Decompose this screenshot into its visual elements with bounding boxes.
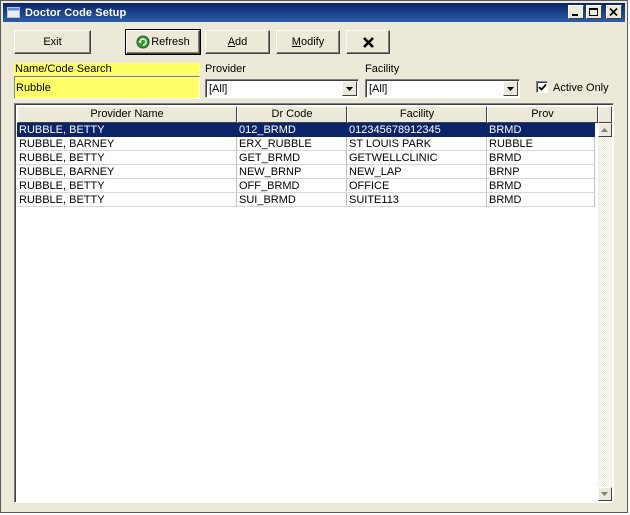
cell-facility: ST LOUIS PARK <box>347 137 487 151</box>
search-input[interactable] <box>14 76 200 99</box>
provider-select[interactable]: [All] <box>205 79 359 98</box>
delete-button[interactable] <box>346 30 390 54</box>
cell-facility: OFFICE <box>347 179 487 193</box>
window-controls <box>568 5 622 19</box>
modify-button[interactable]: Modify <box>276 30 340 54</box>
cell-dr-code: GET_BRMD <box>237 151 347 165</box>
refresh-button-label: Refresh <box>151 36 190 48</box>
cell-prov: RUBBLE <box>487 137 595 151</box>
cell-prov: BRMD <box>487 193 595 207</box>
cell-provider-name: RUBBLE, BARNEY <box>17 137 237 151</box>
table-row[interactable]: RUBBLE, BETTY OFF_BRMD OFFICE BRMD <box>17 179 595 193</box>
cell-dr-code: OFF_BRMD <box>237 179 347 193</box>
active-only-checkbox[interactable] <box>536 81 548 93</box>
provider-selected-value: [All] <box>209 83 228 95</box>
table-row[interactable]: RUBBLE, BETTY SUI_BRMD SUITE113 BRMD <box>17 193 595 207</box>
table-row[interactable]: RUBBLE, BETTY 012_BRMD 012345678912345 B… <box>17 123 595 137</box>
exit-button[interactable]: Exit <box>14 30 91 54</box>
cell-prov: BRMD <box>487 179 595 193</box>
facility-dropdown-button[interactable] <box>503 81 518 96</box>
maximize-button[interactable] <box>586 5 602 19</box>
cell-provider-name: RUBBLE, BETTY <box>17 151 237 165</box>
vertical-scrollbar[interactable] <box>598 123 612 501</box>
exit-button-label: Exit <box>43 36 62 48</box>
add-button[interactable]: Add <box>205 30 270 54</box>
app-icon <box>7 7 20 18</box>
cell-provider-name: RUBBLE, BETTY <box>17 193 237 207</box>
window-title: Doctor Code Setup <box>25 6 127 19</box>
cell-prov: BRMD <box>487 151 595 165</box>
delete-x-icon <box>362 36 374 48</box>
refresh-button[interactable]: Refresh <box>125 29 201 55</box>
doctor-code-setup-window: Doctor Code Setup Exit Refresh Add Modif… <box>0 0 628 513</box>
search-label: Name/Code Search <box>14 63 200 75</box>
chevron-down-icon <box>507 87 514 91</box>
add-button-label: Add <box>227 36 248 48</box>
doctor-code-grid[interactable]: Provider Name Dr Code Facility Prov RUBB… <box>14 103 614 503</box>
column-header-facility[interactable]: Facility <box>347 106 487 123</box>
cell-dr-code: SUI_BRMD <box>237 193 347 207</box>
chevron-up-icon <box>601 128 608 132</box>
close-icon <box>609 8 618 17</box>
title-bar[interactable]: Doctor Code Setup <box>3 3 625 22</box>
cell-provider-name: RUBBLE, BETTY <box>17 123 237 137</box>
maximize-icon <box>589 8 598 16</box>
facility-select[interactable]: [All] <box>365 79 520 98</box>
facility-selected-value: [All] <box>369 83 388 95</box>
cell-prov: BRNP <box>487 165 595 179</box>
table-row[interactable]: RUBBLE, BARNEY ERX_RUBBLE ST LOUIS PARK … <box>17 137 595 151</box>
cell-prov: BRMD <box>487 123 595 137</box>
active-only-label: Active Only <box>553 82 609 94</box>
cell-dr-code: ERX_RUBBLE <box>237 137 347 151</box>
cell-dr-code: NEW_BRNP <box>237 165 347 179</box>
minimize-icon <box>572 14 578 16</box>
cell-facility: GETWELLCLINIC <box>347 151 487 165</box>
facility-label: Facility <box>365 63 400 75</box>
column-header-dr-code[interactable]: Dr Code <box>237 106 347 123</box>
close-button[interactable] <box>606 5 622 19</box>
scroll-up-button[interactable] <box>598 123 612 137</box>
cell-facility: 012345678912345 <box>347 123 487 137</box>
checkmark-icon <box>538 83 547 91</box>
chevron-down-icon <box>601 492 608 496</box>
table-row[interactable]: RUBBLE, BETTY GET_BRMD GETWELLCLINIC BRM… <box>17 151 595 165</box>
provider-label: Provider <box>205 63 246 75</box>
minimize-button[interactable] <box>568 5 584 19</box>
chevron-down-icon <box>346 87 353 91</box>
table-row[interactable]: RUBBLE, BARNEY NEW_BRNP NEW_LAP BRNP <box>17 165 595 179</box>
refresh-icon <box>136 35 150 49</box>
modify-button-label: Modify <box>291 36 325 48</box>
cell-provider-name: RUBBLE, BETTY <box>17 179 237 193</box>
cell-provider-name: RUBBLE, BARNEY <box>17 165 237 179</box>
cell-facility: SUITE113 <box>347 193 487 207</box>
column-header-provider-name[interactable]: Provider Name <box>17 106 237 123</box>
column-header-prov[interactable]: Prov <box>487 106 598 123</box>
cell-facility: NEW_LAP <box>347 165 487 179</box>
cell-dr-code: 012_BRMD <box>237 123 347 137</box>
grid-header-corner <box>598 106 612 123</box>
provider-dropdown-button[interactable] <box>342 81 357 96</box>
scroll-down-button[interactable] <box>598 487 612 501</box>
